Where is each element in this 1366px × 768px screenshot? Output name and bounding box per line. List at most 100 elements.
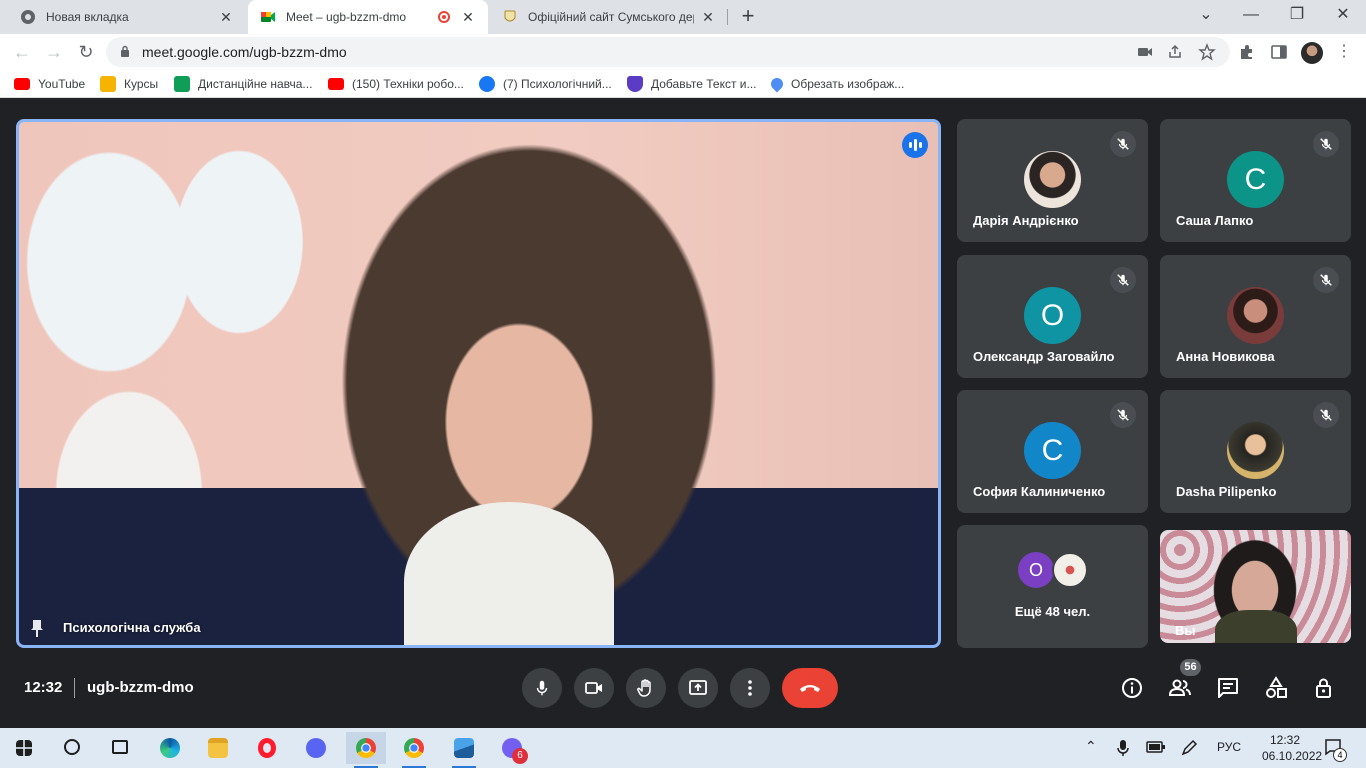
taskbar-photos[interactable] xyxy=(444,732,484,768)
close-window-button[interactable]: ✕ xyxy=(1320,0,1366,34)
microphone-in-use-icon[interactable] xyxy=(1116,739,1130,757)
system-clock[interactable]: 12:32 06.10.2022 xyxy=(1262,732,1322,764)
folder-icon xyxy=(208,738,228,758)
bookmark-psychological[interactable]: (7) Психологічний... xyxy=(479,76,612,92)
taskbar-discord[interactable] xyxy=(296,732,336,764)
self-name: Вы xyxy=(1175,623,1196,638)
present-screen-button[interactable] xyxy=(678,668,718,708)
notifications-count-badge: 4 xyxy=(1333,748,1347,762)
reload-button[interactable]: ↻ xyxy=(72,38,100,66)
self-video xyxy=(1215,610,1297,643)
tab-close-button[interactable]: ✕ xyxy=(700,9,716,25)
participants-button[interactable] xyxy=(1164,672,1196,704)
taskbar-opera[interactable] xyxy=(248,732,288,764)
main-video-tile[interactable]: Психологічна служба xyxy=(16,119,941,648)
forward-button[interactable]: → xyxy=(40,38,68,66)
bookmark-label: Обрезать изображ... xyxy=(791,77,905,91)
participant-name: Олександр Заговайло xyxy=(973,349,1115,364)
pin-icon[interactable] xyxy=(31,619,43,637)
task-view-icon xyxy=(112,740,128,754)
chrome-icon xyxy=(404,738,424,758)
bookmark-kursy[interactable]: Курсы xyxy=(100,76,158,92)
participant-tile[interactable]: С Саша Лапко xyxy=(1160,119,1351,242)
camera-button[interactable] xyxy=(574,668,614,708)
taskbar-chrome[interactable] xyxy=(394,732,434,768)
maximize-button[interactable]: ❐ xyxy=(1274,0,1320,34)
participant-tile[interactable]: С София Калиниченко xyxy=(957,390,1148,513)
tab-close-button[interactable]: ✕ xyxy=(460,9,476,25)
profile-avatar[interactable] xyxy=(1301,42,1323,64)
bookmark-crop-image[interactable]: Обрезать изображ... xyxy=(768,75,905,93)
bookmarks-bar: YouTube Курсы Дистанційне навча... (150)… xyxy=(0,70,1366,98)
battery-icon[interactable] xyxy=(1146,740,1166,754)
bookmark-label: (150) Техніки робо... xyxy=(352,77,464,91)
meet-area: Психологічна служба Дарія Андрієнко С Са… xyxy=(0,99,1366,728)
share-icon[interactable] xyxy=(1166,43,1184,61)
activities-button[interactable] xyxy=(1260,672,1292,704)
youtube-icon xyxy=(14,78,30,90)
minimize-button[interactable]: — xyxy=(1228,0,1274,34)
viber-notification-badge: 6 xyxy=(512,748,528,764)
taskbar-edge[interactable] xyxy=(150,732,190,764)
tab-new-tab[interactable]: Новая вкладка ✕ xyxy=(8,0,246,34)
more-participants-tile[interactable]: О Ещё 48 чел. xyxy=(957,525,1148,648)
university-crest-icon xyxy=(504,10,516,22)
mic-off-icon xyxy=(1313,402,1339,428)
camera-icon xyxy=(585,682,602,694)
extensions-icon[interactable] xyxy=(1238,43,1256,61)
chat-button[interactable] xyxy=(1212,672,1244,704)
bookmark-star-icon[interactable] xyxy=(1198,43,1216,61)
new-tab-button[interactable]: + xyxy=(736,5,760,29)
lock-icon[interactable] xyxy=(120,45,130,58)
url-text: meet.google.com/ugb-bzzm-dmo xyxy=(142,44,347,60)
avatar: О xyxy=(1018,552,1054,588)
camera-permission-icon[interactable] xyxy=(1136,43,1154,61)
bookmark-label: (7) Психологічний... xyxy=(503,77,612,91)
avatar: С xyxy=(1227,151,1284,208)
input-language[interactable]: РУС xyxy=(1217,740,1241,754)
chat-icon xyxy=(1218,678,1238,698)
task-view-button[interactable] xyxy=(100,732,140,764)
bookmark-techniques[interactable]: (150) Техніки робо... xyxy=(328,76,464,92)
participant-tile[interactable]: Dasha Pilipenko xyxy=(1160,390,1351,513)
avatar xyxy=(1052,552,1088,588)
bookmark-distance-learning[interactable]: Дистанційне навча... xyxy=(174,76,312,92)
more-options-button[interactable] xyxy=(730,668,770,708)
search-button[interactable] xyxy=(52,732,92,764)
windows-logo-icon xyxy=(16,740,32,756)
chrome-menu-button[interactable]: ⋮ xyxy=(1330,38,1358,66)
self-video-tile[interactable]: Вы xyxy=(1160,530,1351,643)
participant-tile[interactable]: О Олександр Заговайло xyxy=(957,255,1148,378)
taskbar-file-explorer[interactable] xyxy=(198,732,238,764)
chrome-icon xyxy=(356,738,376,758)
pen-icon[interactable] xyxy=(1180,739,1198,757)
participant-tile[interactable]: Анна Новикова xyxy=(1160,255,1351,378)
speaker-video xyxy=(404,502,614,645)
bookmark-add-text[interactable]: Добавьте Текст и... xyxy=(627,76,757,92)
host-controls-button[interactable] xyxy=(1308,672,1340,704)
participant-name: Саша Лапко xyxy=(1176,213,1254,228)
taskbar-viber[interactable]: 6 xyxy=(492,732,532,764)
tab-meet[interactable]: Meet – ugb-bzzm-dmo ✕ xyxy=(248,0,488,34)
taskbar-chrome-profile[interactable] xyxy=(346,732,386,768)
address-bar[interactable]: meet.google.com/ugb-bzzm-dmo xyxy=(106,37,1230,67)
start-button[interactable] xyxy=(4,732,44,764)
show-hidden-icons-button[interactable]: ⌃ xyxy=(1085,738,1097,755)
lock-person-icon xyxy=(1316,678,1331,698)
leave-call-button[interactable] xyxy=(782,668,838,708)
bookmark-youtube[interactable]: YouTube xyxy=(14,76,85,92)
microphone-button[interactable] xyxy=(522,668,562,708)
tab-sumy-site[interactable]: Офіційний сайт Сумського держ ✕ xyxy=(490,0,728,34)
side-panel-icon[interactable] xyxy=(1270,43,1288,61)
tab-separator xyxy=(727,9,728,25)
tab-close-button[interactable]: ✕ xyxy=(218,9,234,25)
facebook-icon xyxy=(479,76,495,92)
avatar xyxy=(1024,151,1081,208)
tab-search-button[interactable]: ⌄ xyxy=(1183,0,1229,34)
back-button[interactable]: ← xyxy=(8,38,36,66)
present-icon xyxy=(689,680,707,695)
participant-tile[interactable]: Дарія Андрієнко xyxy=(957,119,1148,242)
meeting-info-button[interactable] xyxy=(1116,672,1148,704)
raise-hand-button[interactable] xyxy=(626,668,666,708)
main-speaker-name: Психологічна служба xyxy=(63,620,201,635)
